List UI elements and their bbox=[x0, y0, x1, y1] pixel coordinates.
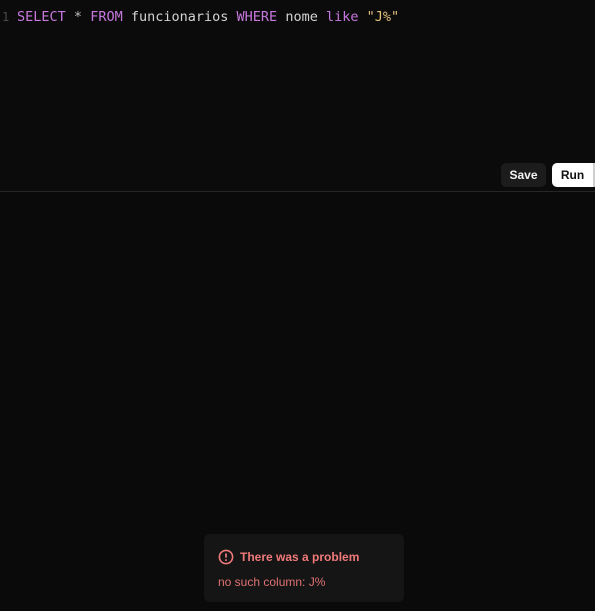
operator-star: * bbox=[73, 9, 83, 25]
keyword-from: FROM bbox=[90, 9, 123, 25]
keyword-select: SELECT bbox=[17, 9, 66, 25]
sql-editor[interactable]: 1 SELECT * FROM funcionarios WHERE nome … bbox=[0, 0, 595, 191]
keyword-where: WHERE bbox=[236, 9, 278, 25]
line-number: 1 bbox=[2, 10, 10, 24]
run-button[interactable]: Run bbox=[552, 163, 595, 187]
editor-toolbar: Save Run bbox=[501, 163, 595, 187]
string-literal: "J%" bbox=[366, 9, 400, 25]
toast-message: no such column: J% bbox=[218, 575, 326, 589]
sql-playground: 1 SELECT * FROM funcionarios WHERE nome … bbox=[0, 0, 595, 611]
keyword-like: like bbox=[325, 9, 359, 25]
error-toast: There was a problem no such column: J% bbox=[204, 534, 404, 602]
code-line[interactable]: 1 SELECT * FROM funcionarios WHERE nome … bbox=[0, 7, 399, 27]
save-button[interactable]: Save bbox=[501, 163, 546, 187]
toast-header: There was a problem bbox=[218, 548, 390, 566]
column-identifier: nome bbox=[285, 9, 318, 25]
table-identifier: funcionarios bbox=[130, 9, 229, 25]
toast-title: There was a problem bbox=[240, 550, 360, 564]
alert-circle-icon bbox=[218, 549, 234, 565]
